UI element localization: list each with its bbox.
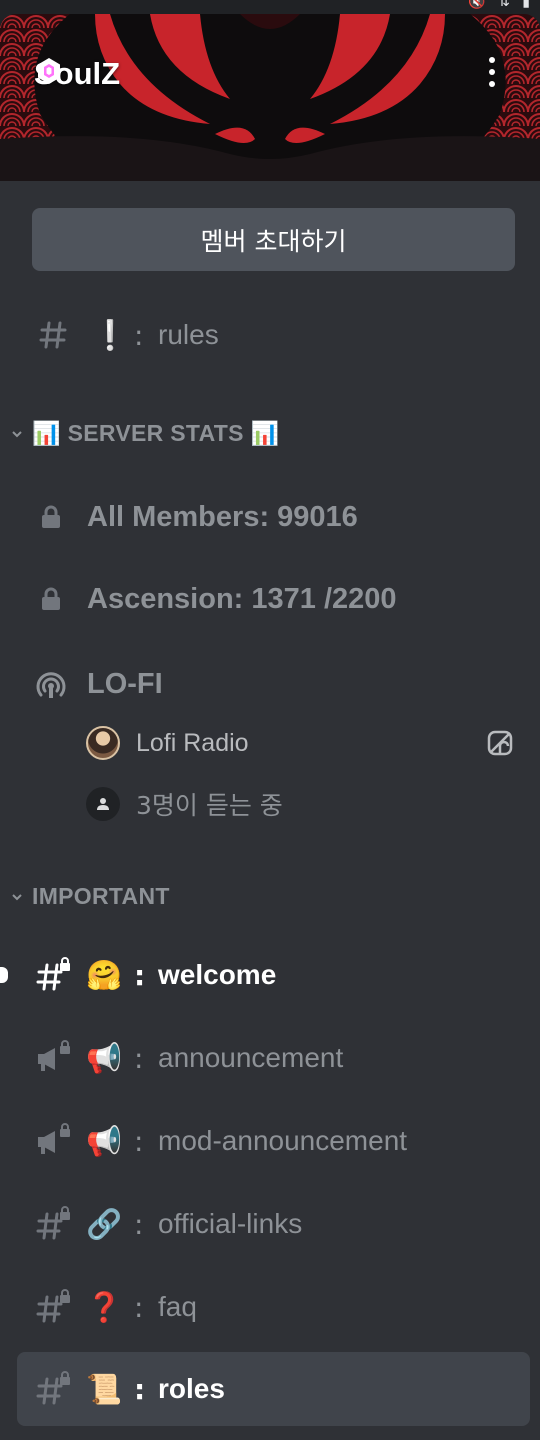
- exclamation-emoji: ❕: [92, 317, 129, 352]
- avatar: [86, 726, 120, 760]
- channel-name: official-links: [158, 1208, 303, 1239]
- channel-separator: :: [134, 318, 144, 352]
- stats-channel-all-members[interactable]: All Members: 99016: [0, 484, 540, 550]
- channel-name: All Members: 99016: [87, 500, 358, 533]
- channel-announcement[interactable]: 📢 : announcement: [0, 1023, 540, 1093]
- lock-icon: [42, 505, 60, 528]
- locked-hashtag-icon: [33, 1204, 73, 1244]
- hashtag-icon: [33, 315, 73, 355]
- locked-announcement-icon: [33, 1121, 73, 1161]
- channel-separator: :: [134, 1372, 146, 1406]
- more-options-icon[interactable]: [480, 54, 504, 90]
- locked-announcement-icon: [33, 1038, 73, 1078]
- stage-channel-icon: [36, 672, 66, 698]
- locked-hashtag-icon: [33, 1369, 73, 1409]
- status-icons: 🔇 ⇅ ▮: [468, 0, 534, 10]
- listeners-icon: [86, 787, 120, 821]
- question-emoji: ❓: [86, 1289, 123, 1324]
- channel-roles[interactable]: 📜 : roles: [17, 1352, 530, 1426]
- channel-name: rules: [158, 319, 219, 350]
- fox-mask-artwork: [0, 14, 540, 181]
- channel-name: welcome: [158, 959, 277, 990]
- lock-icon: [42, 587, 60, 610]
- megaphone-emoji: 📢: [86, 1040, 123, 1075]
- locked-hashtag-icon: [33, 1287, 73, 1327]
- channel-name: announcement: [158, 1042, 344, 1073]
- category-important[interactable]: IMPORTANT: [10, 883, 170, 910]
- server-boost-icon: [38, 58, 60, 84]
- megaphone-emoji: 📢: [86, 1123, 123, 1158]
- stage-listeners[interactable]: 3명이 듣는 중: [86, 780, 526, 828]
- channel-official-links[interactable]: 🔗 : official-links: [0, 1189, 540, 1259]
- scroll-emoji: 📜: [86, 1371, 123, 1406]
- locked-hashtag-icon: [33, 955, 73, 995]
- channel-mod-announcement[interactable]: 📢 : mod-announcement: [0, 1106, 540, 1176]
- status-bar: 🔇 ⇅ ▮: [0, 0, 540, 14]
- channel-name: roles: [158, 1373, 225, 1404]
- listeners-count: 3명이 듣는 중: [136, 791, 283, 820]
- speaker-name: Lofi Radio: [136, 728, 249, 757]
- category-server-stats[interactable]: 📊 SERVER STATS 📊: [10, 420, 279, 447]
- server-banner: SoulZ: [0, 14, 540, 181]
- stage-speaker[interactable]: Lofi Radio: [86, 719, 526, 767]
- channel-separator: :: [134, 958, 146, 992]
- channel-separator: :: [134, 1124, 144, 1158]
- channel-separator: :: [134, 1207, 144, 1241]
- channel-separator: :: [134, 1041, 144, 1075]
- server-name[interactable]: SoulZ: [34, 56, 120, 92]
- stats-channel-ascension[interactable]: Ascension: 1371 /2200: [0, 566, 540, 632]
- channel-welcome[interactable]: 🤗 : welcome: [0, 940, 540, 1010]
- channel-faq[interactable]: ❓ : faq: [0, 1272, 540, 1342]
- unread-indicator: [0, 967, 8, 983]
- muted-icon: [487, 730, 513, 756]
- stage-channel-lofi[interactable]: LO-FI: [0, 654, 540, 718]
- channel-name: mod-announcement: [158, 1125, 408, 1156]
- invite-members-button[interactable]: 멤버 초대하기: [32, 208, 515, 271]
- channel-name: LO-FI: [87, 668, 163, 700]
- channel-sidebar: SoulZ 멤버 초대하기 ❕ : rules 📊 SERVER STATS 📊…: [0, 14, 540, 1440]
- chevron-down-icon: [12, 430, 22, 437]
- channel-name: faq: [158, 1291, 197, 1322]
- link-emoji: 🔗: [86, 1206, 123, 1241]
- channel-separator: :: [134, 1290, 144, 1324]
- channel-name: Ascension: 1371 /2200: [87, 582, 397, 615]
- channel-rules-top[interactable]: ❕ : rules: [0, 300, 540, 370]
- category-label: 📊 SERVER STATS 📊: [32, 420, 280, 446]
- hugging-emoji: 🤗: [86, 957, 123, 992]
- category-label: IMPORTANT: [32, 883, 170, 909]
- chevron-down-icon: [12, 893, 22, 900]
